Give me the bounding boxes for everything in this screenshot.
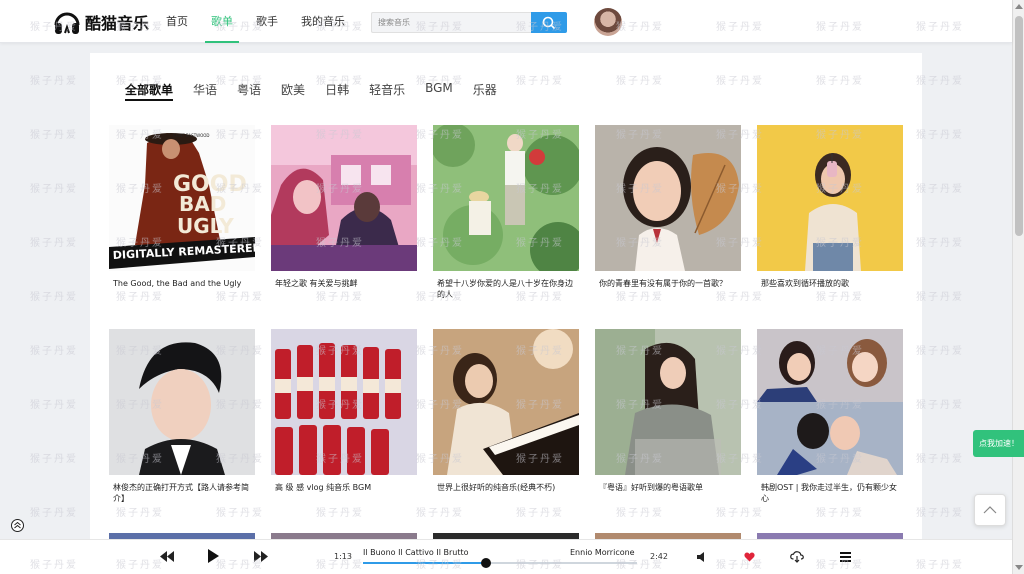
chevron-up-icon	[983, 506, 997, 514]
logo-text: 酷猫音乐	[85, 14, 150, 33]
top-header: 酷猫音乐 首页 歌单 歌手 我的音乐	[0, 0, 1012, 43]
nav-my-music[interactable]: 我的音乐	[301, 0, 345, 43]
playlist-card[interactable]: 那些喜欢到循环播放的歌	[757, 125, 903, 289]
prev-icon[interactable]	[160, 551, 174, 562]
watermark-text: 猴子丹爱	[30, 184, 78, 195]
playlist-card[interactable]: 世界上很好听的纯音乐(经典不朽)	[433, 329, 579, 493]
playlist-cover[interactable]	[271, 329, 417, 475]
playlist-cover[interactable]	[433, 125, 579, 271]
playlist-title[interactable]: 高 级 感 vlog 纯音乐 BGM	[271, 482, 417, 493]
tab-bgm[interactable]: BGM	[425, 81, 453, 101]
watermark-text: 猴子丹爱	[916, 76, 964, 87]
volume-icon[interactable]	[697, 552, 707, 562]
search-button[interactable]	[531, 12, 567, 33]
playlist-card[interactable]: 韩剧OST | 我你走过半生，仍有颗少女心	[757, 329, 903, 504]
playlist-card[interactable]: 年轻之歌 有关爱与挑衅	[271, 125, 417, 289]
back-to-top-button[interactable]	[974, 494, 1006, 526]
tab-light-music[interactable]: 轻音乐	[369, 81, 405, 101]
playlist-card[interactable]: 你的青春里有没有属于你的一首歌？	[595, 125, 741, 289]
playlist-cover[interactable]	[595, 329, 741, 475]
scroll-up-arrow[interactable]	[1015, 4, 1023, 9]
player-bar: 1:13 Il Buono Il Cattivo Il Brutto Ennio…	[0, 539, 1012, 574]
play-icon[interactable]	[207, 549, 219, 563]
watermark-text: 猴子丹爱	[30, 346, 78, 357]
watermark-text: 猴子丹爱	[916, 346, 964, 357]
watermark-text: 猴子丹爱	[30, 76, 78, 87]
watermark-text: 猴子丹爱	[30, 238, 78, 249]
playlist-card[interactable]: 高 级 感 vlog 纯音乐 BGM	[271, 329, 417, 493]
playlist-card[interactable]: 『粤语』好听到爆的粤语歌单	[595, 329, 741, 493]
playlist-title[interactable]: 年轻之歌 有关爱与挑衅	[271, 278, 417, 289]
watermark-text: 猴子丹爱	[30, 508, 78, 519]
nav-home[interactable]: 首页	[166, 0, 188, 43]
search-input[interactable]	[371, 12, 531, 33]
tab-western[interactable]: 欧美	[281, 81, 305, 101]
collapse-player-button[interactable]	[11, 519, 24, 532]
tab-cantonese[interactable]: 粤语	[237, 81, 261, 101]
watermark-text: 猴子丹爱	[30, 292, 78, 303]
playlist-title[interactable]: 你的青春里有没有属于你的一首歌？	[595, 278, 741, 289]
playlist-cover[interactable]	[433, 329, 579, 475]
playlist-title[interactable]: 希望十八岁你爱的人是八十岁在你身边的人	[433, 278, 579, 300]
main-nav: 首页 歌单 歌手 我的音乐	[166, 0, 368, 43]
playlist-card[interactable]: CLINT EASTWOOD GOOD BAD UGLY DIGITALLY R…	[109, 125, 255, 289]
tab-chinese[interactable]: 华语	[193, 81, 217, 101]
progress-fill	[363, 562, 487, 564]
total-time: 2:42	[650, 552, 668, 561]
next-icon[interactable]	[254, 551, 268, 562]
watermark-text: 猴子丹爱	[916, 292, 964, 303]
playlist-cover[interactable]	[595, 125, 741, 271]
nav-playlists[interactable]: 歌单	[205, 0, 239, 43]
logo[interactable]: 酷猫音乐	[53, 8, 149, 36]
speed-up-button[interactable]: 点我加速！	[973, 430, 1024, 457]
playlist-cover[interactable]	[757, 125, 903, 271]
playlist-card[interactable]: 希望十八岁你爱的人是八十岁在你身边的人	[433, 125, 579, 300]
heart-icon[interactable]	[744, 552, 755, 562]
headphones-icon	[54, 12, 80, 34]
watermark-text: 猴子丹爱	[916, 508, 964, 519]
search-bar	[371, 12, 567, 33]
search-icon	[542, 16, 556, 29]
poster-top-text: CLINT EASTWOOD	[173, 133, 210, 138]
nav-singers[interactable]: 歌手	[256, 0, 278, 43]
avatar[interactable]	[594, 8, 622, 36]
watermark-text: 猴子丹爱	[916, 400, 964, 411]
poster-ugly-text: UGLY	[177, 214, 234, 238]
playlist-card[interactable]: 林俊杰的正确打开方式【路人请参考简介】	[109, 329, 255, 504]
page-scrollbar[interactable]	[1012, 0, 1024, 574]
tab-jp-kr[interactable]: 日韩	[325, 81, 349, 101]
playlist-cover[interactable]	[757, 329, 903, 475]
playlist-panel: 全部歌单 华语 粤语 欧美 日韩 轻音乐 BGM 乐器 CLINT EASTWO…	[90, 53, 922, 543]
playlist-title[interactable]: 世界上很好听的纯音乐(经典不朽)	[433, 482, 579, 493]
playlist-cover[interactable]	[109, 329, 255, 475]
playlist-title[interactable]: 韩剧OST | 我你走过半生，仍有颗少女心	[757, 482, 903, 504]
chevron-up-icon	[14, 521, 21, 529]
watermark-text: 猴子丹爱	[916, 184, 964, 195]
watermark-text: 猴子丹爱	[30, 454, 78, 465]
song-artist: Ennio Morricone	[570, 548, 635, 557]
scroll-thumb[interactable]	[1015, 16, 1023, 236]
poster-bad-text: BAD	[179, 192, 226, 216]
tab-instrument[interactable]: 乐器	[473, 81, 497, 101]
playlist-icon[interactable]	[840, 552, 851, 562]
watermark-text: 猴子丹爱	[916, 454, 964, 465]
watermark-text: 猴子丹爱	[30, 130, 78, 141]
category-tabs: 全部歌单 华语 粤语 欧美 日韩 轻音乐 BGM 乐器	[125, 81, 517, 101]
playlist-cover[interactable]	[271, 125, 417, 271]
watermark-text: 猴子丹爱	[916, 130, 964, 141]
playlist-title[interactable]: The Good, the Bad and the Ugly	[109, 278, 255, 289]
playlist-title[interactable]: 林俊杰的正确打开方式【路人请参考简介】	[109, 482, 255, 504]
progress-bar[interactable]	[363, 558, 637, 568]
current-time: 1:13	[334, 552, 352, 561]
playlist-cover[interactable]: CLINT EASTWOOD GOOD BAD UGLY DIGITALLY R…	[109, 125, 255, 271]
playlist-title[interactable]: 那些喜欢到循环播放的歌	[757, 278, 903, 289]
tab-all[interactable]: 全部歌单	[125, 81, 174, 101]
playlist-title[interactable]: 『粤语』好听到爆的粤语歌单	[595, 482, 741, 493]
scroll-down-arrow[interactable]	[1015, 565, 1023, 570]
download-icon[interactable]	[790, 551, 804, 563]
watermark-text: 猴子丹爱	[916, 238, 964, 249]
watermark-text: 猴子丹爱	[30, 400, 78, 411]
progress-knob[interactable]	[481, 558, 492, 568]
song-title: Il Buono Il Cattivo Il Brutto	[363, 548, 469, 557]
